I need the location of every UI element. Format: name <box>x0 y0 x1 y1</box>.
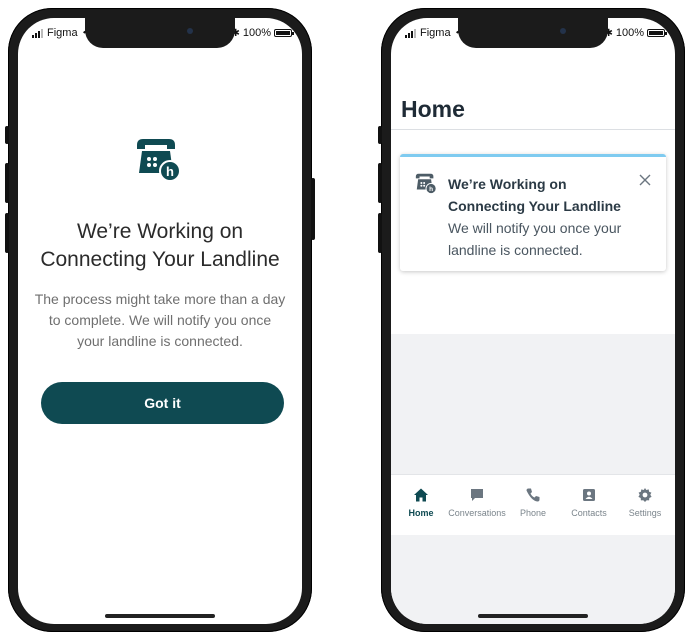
notification-message: We will notify you once your landline is… <box>448 217 621 261</box>
message-line: your landline is connected. <box>77 333 243 349</box>
phone-frame-left: Figma ✱ 100% h We’re Working on Connecti… <box>5 8 315 632</box>
volume-down-button <box>5 213 9 253</box>
volume-down-button <box>378 213 382 253</box>
tab-label: Phone <box>519 508 547 518</box>
home-indicator <box>105 614 215 618</box>
screen-right: Figma ✱ 100% Home h We’re Working on Con… <box>391 18 675 624</box>
page-title: Home <box>401 96 465 122</box>
tab-conversations[interactable]: Conversations <box>448 475 506 535</box>
battery-icon <box>647 29 667 37</box>
tab-label: Conversations <box>448 508 506 518</box>
tab-phone[interactable]: Phone <box>505 475 561 535</box>
tab-settings[interactable]: Settings <box>617 475 673 535</box>
signal-icon <box>405 28 416 38</box>
got-it-button[interactable]: Got it <box>41 382 284 424</box>
tab-home[interactable]: Home <box>393 475 449 535</box>
mute-switch <box>378 126 382 144</box>
notch <box>458 18 608 48</box>
carrier-label: Figma <box>420 27 451 39</box>
camera <box>187 28 193 34</box>
tab-contacts[interactable]: Contacts <box>561 475 617 535</box>
close-icon[interactable] <box>636 171 654 189</box>
message-line: to complete. We will notify you once <box>48 312 272 328</box>
battery-label: 100% <box>615 27 644 39</box>
screen-left: Figma ✱ 100% h We’re Working on Connecti… <box>18 18 302 624</box>
tab-label: Settings <box>628 508 662 518</box>
landline-phone-icon: h <box>137 139 181 182</box>
battery-icon <box>274 29 294 37</box>
confirmation-title: We’re Working on Connecting Your Landlin… <box>18 218 302 274</box>
volume-up-button <box>5 163 9 203</box>
gear-icon <box>638 488 652 502</box>
svg-text:h: h <box>429 186 433 193</box>
tab-label: Contacts <box>571 508 607 518</box>
home-icon <box>414 488 428 502</box>
camera <box>560 28 566 34</box>
title-line: Connecting Your Landline <box>40 248 280 271</box>
notch <box>85 18 235 48</box>
message-line: The process might take more than a day <box>34 291 286 307</box>
title-line: We’re Working on <box>76 220 244 243</box>
confirmation-message: The process might take more than a day t… <box>28 289 292 352</box>
signal-icon <box>32 28 43 38</box>
svg-text:h: h <box>166 164 174 179</box>
battery-label: 100% <box>242 27 271 39</box>
notification-title: We’re Working on Connecting Your Landlin… <box>448 173 621 217</box>
chat-icon <box>471 489 483 501</box>
power-button <box>311 178 315 240</box>
mute-switch <box>5 126 9 144</box>
carrier-label: Figma <box>47 27 78 39</box>
notification-card: h We’re Working on Connecting Your Landl… <box>400 154 666 271</box>
title-line: We’re Working on <box>448 176 567 192</box>
phone-frame-right: Figma ✱ 100% Home h We’re Working on Con… <box>378 8 685 632</box>
home-indicator <box>478 614 588 618</box>
landline-phone-icon: h <box>415 173 437 195</box>
phone-icon <box>526 488 540 502</box>
message-line: We will notify you once your <box>448 220 622 236</box>
tab-label: Home <box>408 508 434 518</box>
message-line: landline is connected. <box>448 242 583 258</box>
volume-up-button <box>378 163 382 203</box>
title-line: Connecting Your Landline <box>448 198 621 214</box>
bottom-tab-bar: Home Conversations Phone Contacts Settin… <box>391 474 675 535</box>
contacts-icon <box>583 489 595 501</box>
